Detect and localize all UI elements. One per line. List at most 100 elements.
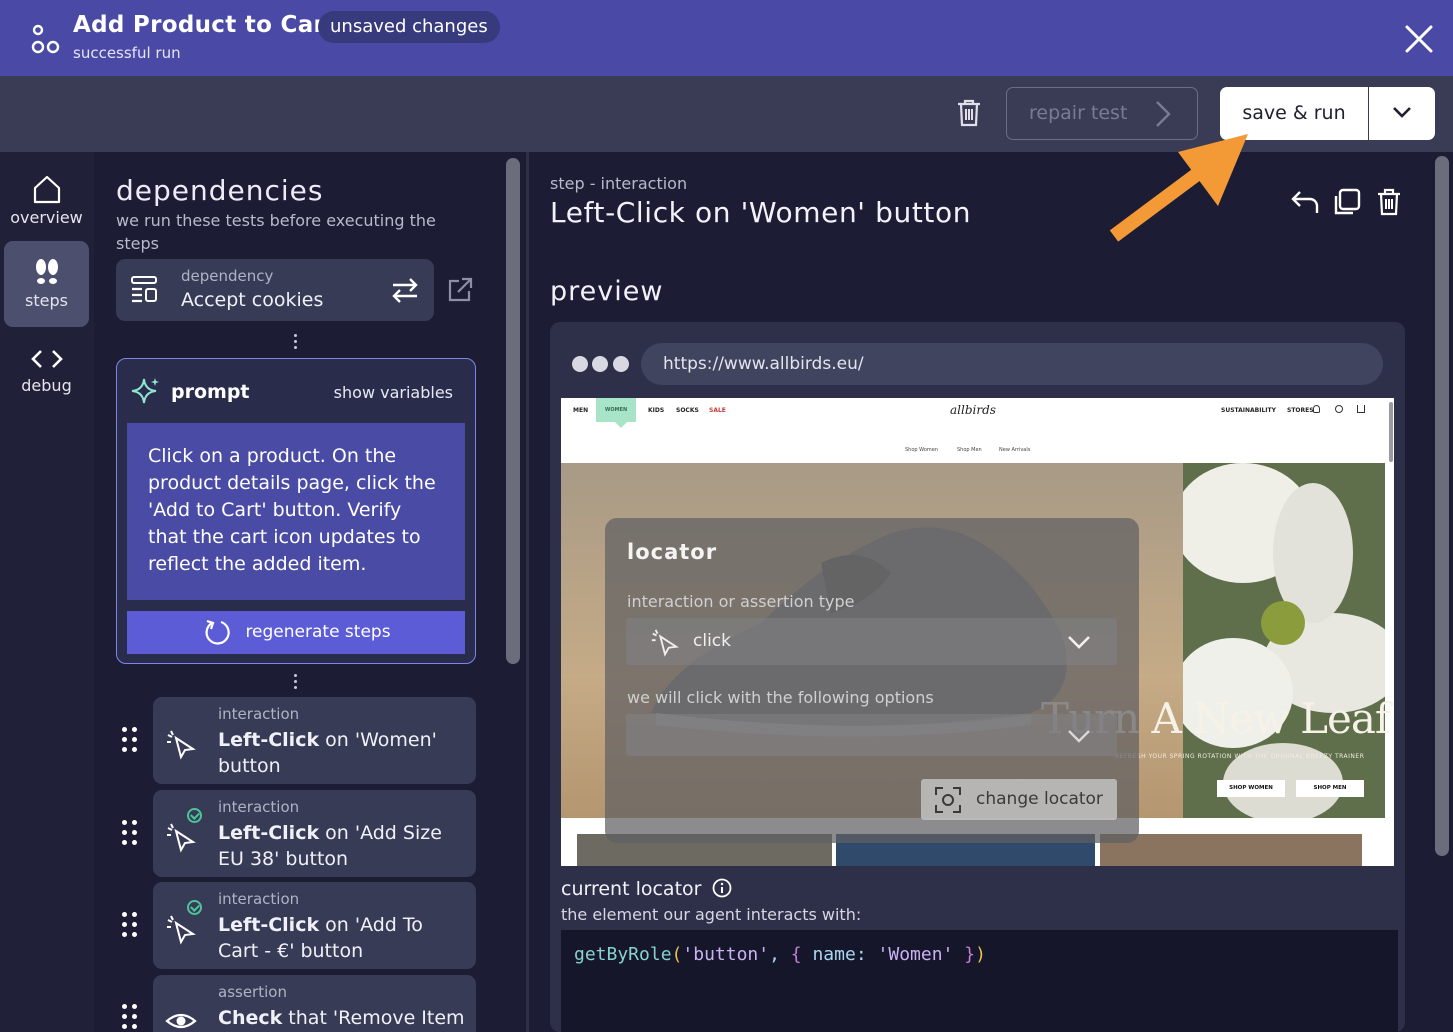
type-label: interaction or assertion type (627, 592, 855, 611)
click-options-select[interactable] (626, 714, 1117, 756)
repair-test-label: repair test (1029, 102, 1128, 124)
step-description: Check that 'Remove Item (218, 1007, 465, 1029)
help-icon (1335, 405, 1343, 413)
duplicate-icon[interactable] (1332, 188, 1362, 216)
nav-steps[interactable]: steps (4, 241, 89, 327)
shop-women-button: SHOP WOMEN (1217, 780, 1285, 797)
refresh-icon (205, 619, 230, 645)
step-description: Left-Click on 'Add Size EU 38' button (218, 822, 442, 870)
nav-debug-label: debug (21, 376, 72, 395)
swap-icon[interactable] (390, 276, 420, 304)
account-icon (1313, 405, 1320, 413)
step-kind: interaction (218, 705, 300, 723)
dependency-name: Accept cookies (181, 289, 324, 311)
cart-icon (1357, 405, 1365, 413)
nav-steps-label: steps (25, 291, 68, 310)
chevron-down-icon (1068, 730, 1090, 743)
hero-tagline: REFRESH YOUR SPRING ROTATION WITH THE OR… (1115, 753, 1365, 760)
step-item[interactable]: interaction Left-Click on 'Add Size EU 3… (153, 790, 476, 877)
drag-handle-icon[interactable] (122, 912, 140, 942)
delete-step-icon[interactable] (1376, 188, 1402, 216)
regenerate-steps-button[interactable]: regenerate steps (127, 611, 465, 654)
dependencies-subtitle: we run these tests before executing the … (116, 211, 436, 253)
test-title: Add Product to Cart (73, 12, 337, 38)
info-icon[interactable] (712, 878, 732, 898)
step-kind-label: step - interaction (550, 174, 688, 193)
locator-panel: locator interaction or assertion type cl… (605, 518, 1139, 843)
sparkle-icon (131, 378, 159, 404)
save-and-run-button[interactable]: save & run (1220, 87, 1368, 140)
open-external-icon[interactable] (446, 276, 474, 304)
eye-icon (165, 1013, 197, 1029)
cursor-click-icon (167, 915, 196, 945)
site-nav-socks: SOCKS (676, 407, 699, 414)
save-options-dropdown[interactable] (1369, 87, 1435, 140)
dependency-kind: dependency (181, 267, 274, 285)
locator-code-block[interactable]: getByRole('button', { name: 'Women' }) (561, 930, 1398, 1032)
current-locator-title: current locator (561, 878, 732, 900)
step-kind: interaction (218, 798, 300, 816)
site-sub-link: New Arrivals (999, 447, 1031, 453)
drag-handle-icon[interactable] (122, 727, 140, 757)
dependency-card[interactable]: dependency Accept cookies (116, 259, 434, 321)
show-variables-link[interactable]: show variables (334, 383, 453, 402)
flower-illustration (1173, 463, 1394, 823)
preview-label: preview (550, 276, 664, 307)
left-nav: overview steps debug (0, 152, 94, 1032)
connector-dots (294, 674, 298, 692)
header-bar: Add Product to Cart unsaved changes succ… (0, 0, 1453, 76)
highlight-pointer (615, 422, 627, 428)
options-label: we will click with the following options (627, 688, 934, 707)
chevron-right-icon (1156, 101, 1171, 127)
home-icon (33, 175, 60, 204)
drag-handle-icon[interactable] (122, 820, 140, 850)
detail-scrollbar[interactable] (1435, 156, 1449, 856)
prompt-text[interactable]: Click on a product. On the product detai… (127, 423, 465, 600)
undo-icon[interactable] (1290, 188, 1320, 216)
site-nav-sale: SALE (709, 407, 726, 414)
interaction-type-value: click (693, 631, 731, 651)
toolbar: repair test save & run (0, 76, 1453, 152)
nav-overview[interactable]: overview (4, 166, 89, 252)
step-detail-panel: step - interaction Left-Click on 'Women'… (529, 152, 1453, 1032)
preview-scrollbar[interactable] (1389, 402, 1393, 462)
nav-debug[interactable]: debug (4, 336, 89, 422)
drag-handle-icon[interactable] (122, 1004, 140, 1032)
dependencies-title: dependencies (116, 174, 324, 207)
cursor-click-icon (651, 629, 679, 657)
chevron-down-icon (1393, 107, 1411, 118)
change-locator-button[interactable]: change locator (921, 779, 1117, 820)
steps-scrollbar[interactable] (506, 158, 520, 664)
delete-test-icon[interactable] (955, 98, 983, 128)
chevron-down-icon (1068, 636, 1090, 649)
step-kind: assertion (218, 983, 287, 1001)
step-description: Left-Click on 'Add To Cart - €' button (218, 914, 423, 962)
change-locator-label: change locator (976, 789, 1103, 809)
run-status: successful run (73, 44, 181, 62)
site-nav-men: MEN (573, 407, 589, 414)
step-item[interactable]: interaction Left-Click on 'Add To Cart -… (153, 882, 476, 969)
website-screenshot: MEN WOMEN KIDS SOCKS SALE SUSTAINABILITY… (561, 398, 1394, 866)
success-check-icon (187, 900, 202, 915)
locator-title: locator (627, 540, 718, 564)
step-description: Left-Click on 'Women' button (218, 729, 437, 777)
repair-test-button[interactable]: repair test (1006, 87, 1198, 140)
site-nav-stores: STORES (1287, 407, 1314, 414)
url-bar: https://www.allbirds.eu/ (641, 343, 1383, 385)
shop-men-button: SHOP MEN (1296, 780, 1364, 797)
code-icon (30, 350, 63, 368)
preview-frame: https://www.allbirds.eu/ MEN WOMEN KIDS … (550, 322, 1405, 1032)
test-list-icon (131, 276, 157, 303)
cursor-click-icon (167, 823, 196, 853)
hero-image-flower (1173, 463, 1394, 823)
site-sub-link: Shop Women (905, 447, 938, 453)
site-logo: allbirds (950, 403, 996, 417)
site-sub-link: Shop Men (957, 447, 982, 453)
steps-panel: dependencies we run these tests before e… (94, 152, 497, 1032)
nav-overview-label: overview (10, 208, 83, 227)
step-item[interactable]: interaction Left-Click on 'Women' button (153, 697, 476, 784)
app-logo-icon (31, 24, 60, 54)
step-item[interactable]: assertion Check that 'Remove Item (153, 975, 476, 1032)
interaction-type-select[interactable]: click (626, 618, 1117, 665)
close-icon[interactable] (1404, 24, 1434, 54)
